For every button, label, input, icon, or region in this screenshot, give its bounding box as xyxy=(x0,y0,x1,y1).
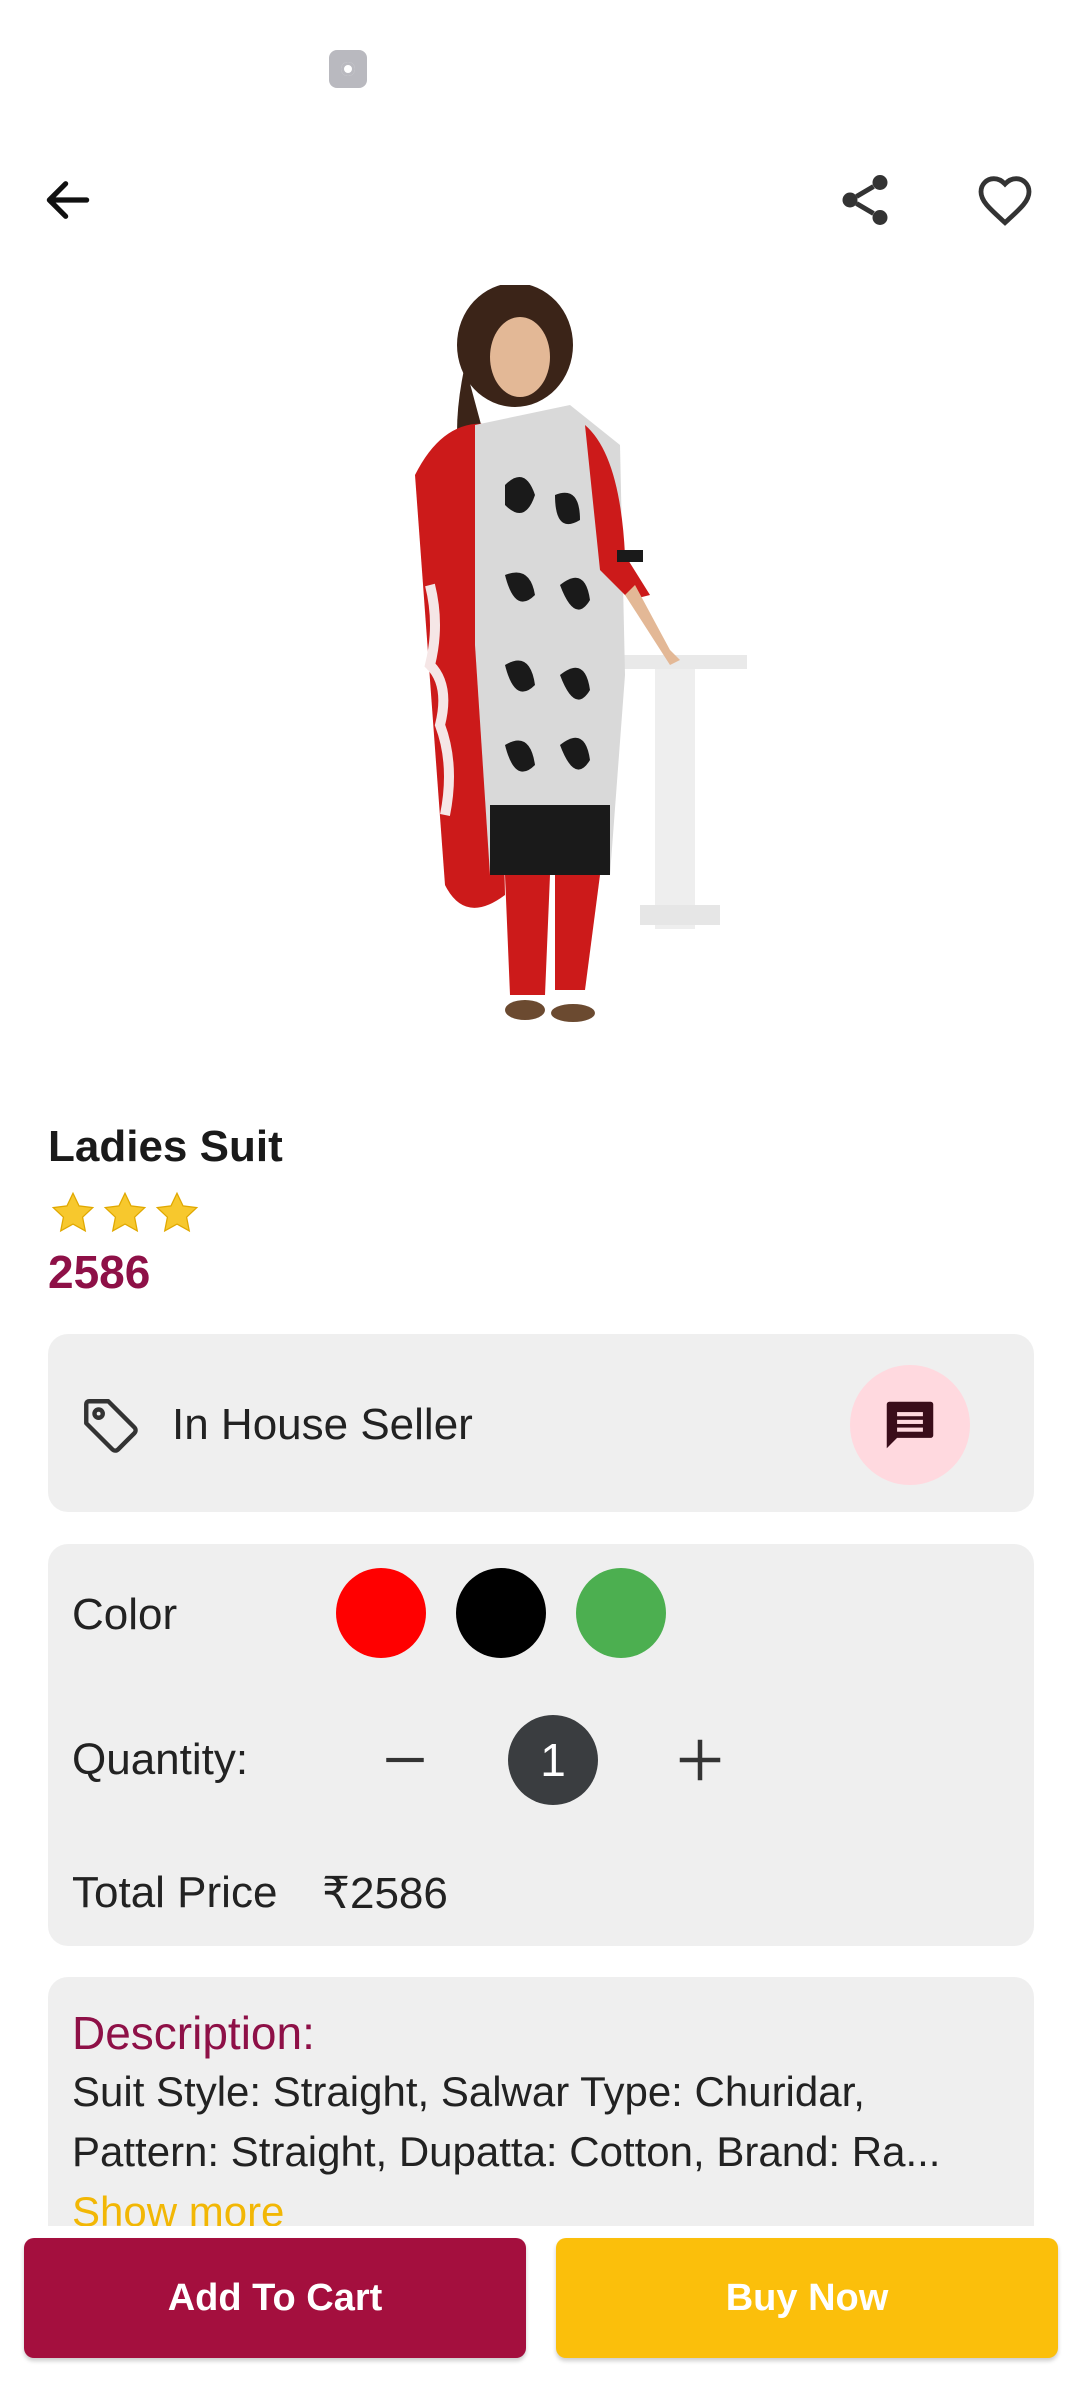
arrow-left-icon xyxy=(46,181,90,219)
back-button[interactable] xyxy=(40,160,130,240)
description-title: Description: xyxy=(72,2007,315,2059)
color-swatch-green[interactable] xyxy=(576,1568,666,1658)
star-icon xyxy=(155,1191,199,1233)
heart-outline-icon xyxy=(978,176,1032,226)
buy-now-button[interactable]: Buy Now xyxy=(556,2238,1058,2358)
product-price: 2586 xyxy=(48,1246,151,1298)
description-text: Suit Style: Straight, Salwar Type: Churi… xyxy=(72,2062,1002,2242)
status-notification-icon xyxy=(329,50,367,88)
tag-icon xyxy=(84,1399,138,1453)
star-icon xyxy=(51,1191,95,1233)
quantity-decrease-button[interactable] xyxy=(375,1720,435,1800)
chat-icon xyxy=(886,1401,934,1449)
share-icon xyxy=(842,175,888,225)
rating-stars xyxy=(48,1188,202,1238)
plus-icon xyxy=(679,1739,721,1781)
product-title: Ladies Suit xyxy=(48,1122,283,1171)
chat-seller-button[interactable] xyxy=(850,1365,970,1485)
product-image xyxy=(415,285,747,1022)
minus-icon xyxy=(386,1757,424,1763)
total-price-label: Total Price xyxy=(72,1868,278,1917)
favorite-button[interactable] xyxy=(960,155,1050,245)
color-swatch-red[interactable] xyxy=(336,1568,426,1658)
add-to-cart-button[interactable]: Add To Cart xyxy=(24,2238,526,2358)
description-body: Suit Style: Straight, Salwar Type: Churi… xyxy=(72,2068,941,2175)
color-label: Color xyxy=(72,1590,178,1639)
total-price-value: ₹2586 xyxy=(322,1869,448,1918)
quantity-label: Quantity: xyxy=(72,1735,249,1784)
color-swatch-black[interactable] xyxy=(456,1568,546,1658)
star-icon xyxy=(103,1191,147,1233)
quantity-value: 1 xyxy=(508,1715,598,1805)
seller-label: In House Seller xyxy=(172,1400,473,1449)
share-button[interactable] xyxy=(820,155,910,245)
quantity-increase-button[interactable] xyxy=(668,1720,732,1800)
